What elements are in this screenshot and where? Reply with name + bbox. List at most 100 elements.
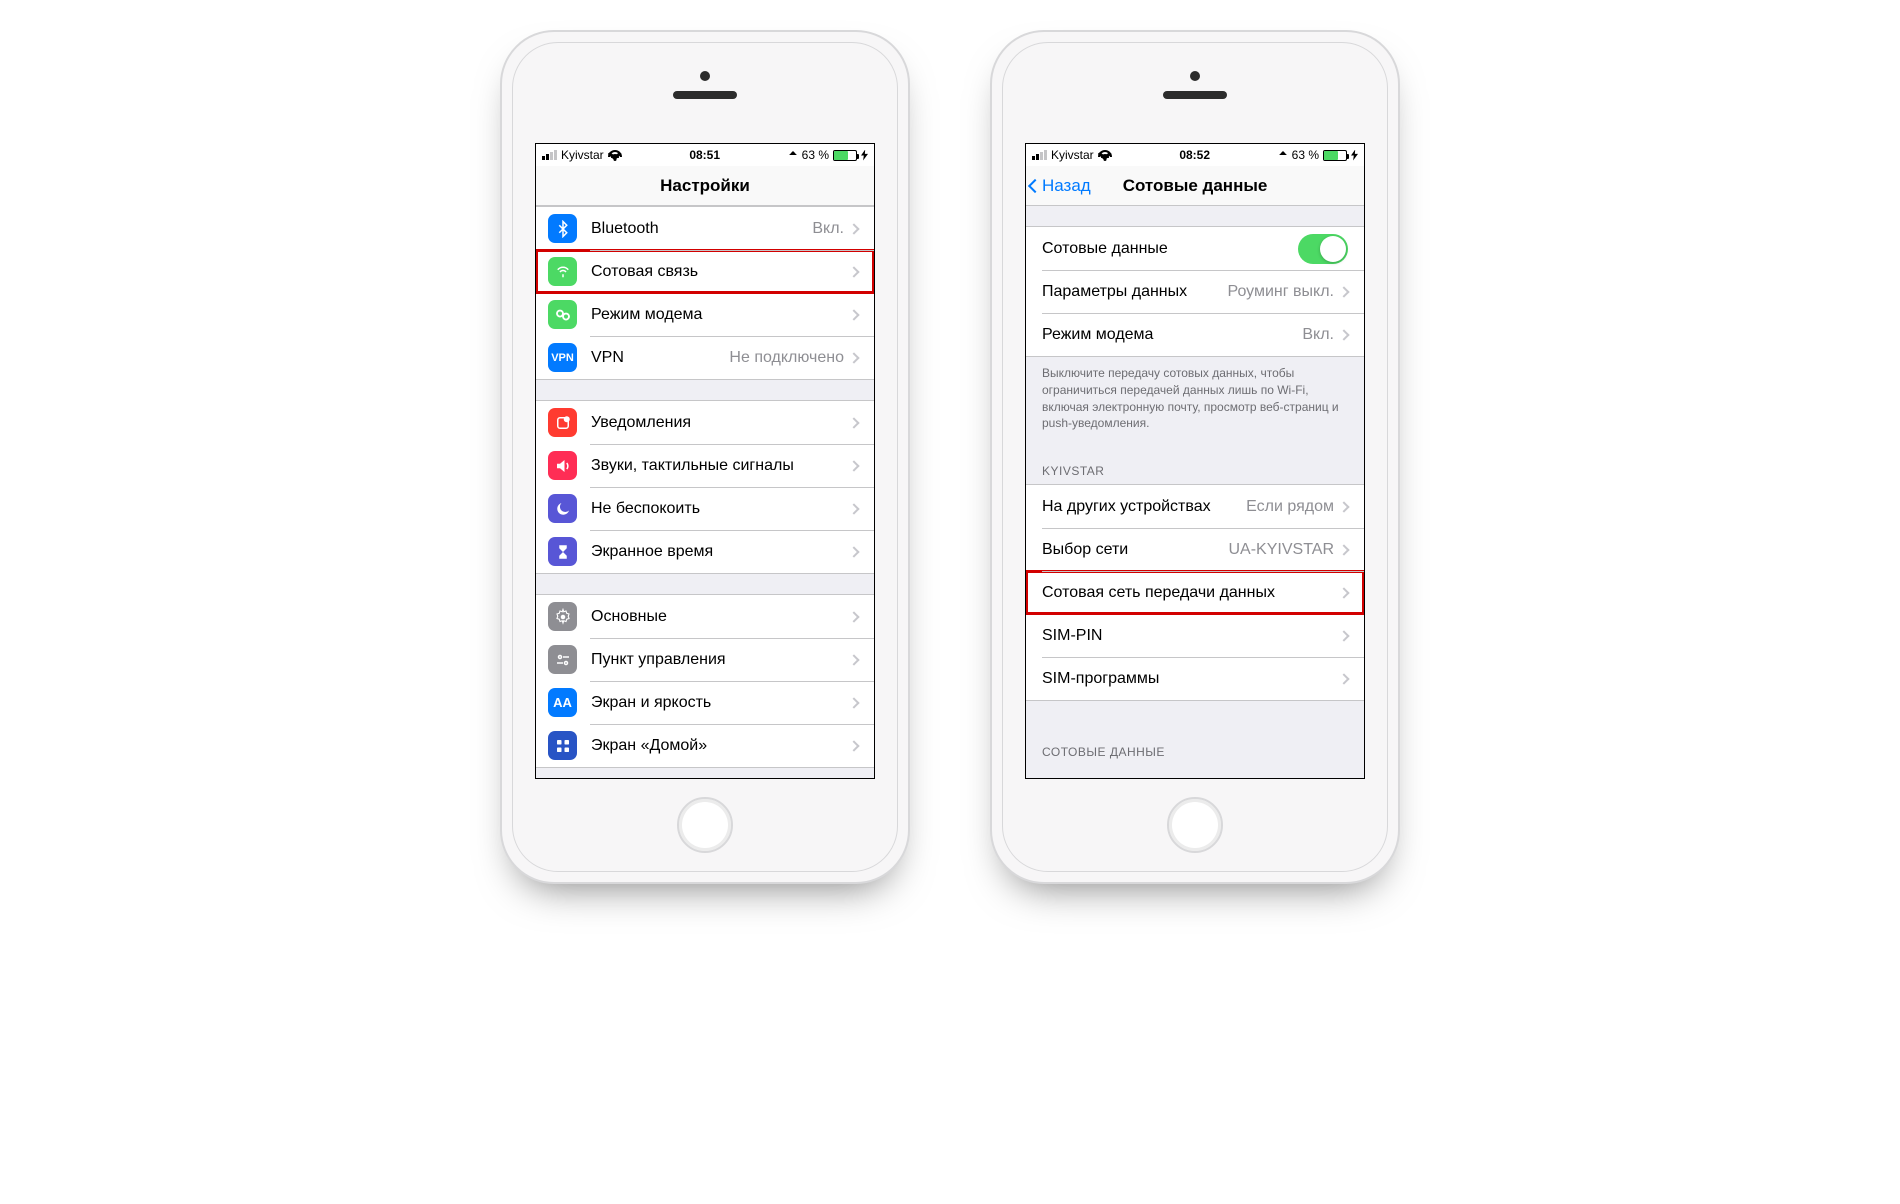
home-button[interactable] bbox=[677, 797, 733, 853]
row-label: Экранное время bbox=[591, 543, 850, 561]
group-footer: Выключите передачу сотовых данных, чтобы… bbox=[1026, 357, 1364, 440]
row-sim-pin[interactable]: SIM-PIN bbox=[1026, 614, 1364, 657]
battery-icon bbox=[1323, 150, 1347, 161]
row-label: SIM-программы bbox=[1042, 670, 1340, 688]
chevron-right-icon bbox=[1338, 630, 1349, 641]
control-center-icon bbox=[548, 645, 577, 674]
row-label: Сотовая сеть передачи данных bbox=[1042, 584, 1340, 602]
chevron-right-icon bbox=[848, 223, 859, 234]
chevron-right-icon bbox=[848, 611, 859, 622]
signal-icon bbox=[1032, 150, 1047, 160]
row-hotspot[interactable]: Режим модема Вкл. bbox=[1026, 313, 1364, 356]
status-left: Kyivstar bbox=[542, 148, 622, 162]
row-vpn[interactable]: VPN VPN Не подключено bbox=[536, 336, 874, 379]
row-detail: Вкл. bbox=[1302, 326, 1334, 344]
row-label: Сотовые данные bbox=[1042, 240, 1298, 258]
bluetooth-icon bbox=[548, 214, 577, 243]
phone-inner: Kyivstar 08:51 63 % Настройки bbox=[512, 42, 898, 872]
row-detail: UA-KYIVSTAR bbox=[1229, 541, 1335, 559]
phone-frame-right: Kyivstar 08:52 63 % Назад Сотовые данные bbox=[990, 30, 1400, 884]
row-data-options[interactable]: Параметры данных Роуминг выкл. bbox=[1026, 270, 1364, 313]
row-label: Экран «Домой» bbox=[591, 737, 850, 755]
chevron-right-icon bbox=[1338, 501, 1349, 512]
camera-dot bbox=[700, 71, 710, 81]
row-general[interactable]: Основные bbox=[536, 595, 874, 638]
chevron-right-icon bbox=[848, 503, 859, 514]
row-label: Режим модема bbox=[1042, 326, 1302, 344]
chevron-right-icon bbox=[1338, 673, 1349, 684]
wifi-icon bbox=[608, 150, 622, 161]
row-label: Экран и яркость bbox=[591, 694, 850, 712]
chevron-right-icon bbox=[848, 266, 859, 277]
carrier-label: Kyivstar bbox=[561, 148, 604, 162]
row-sounds[interactable]: Звуки, тактильные сигналы bbox=[536, 444, 874, 487]
clock: 08:52 bbox=[1179, 148, 1210, 162]
cellular-icon bbox=[548, 257, 577, 286]
chevron-right-icon bbox=[848, 546, 859, 557]
row-label: Режим модема bbox=[591, 306, 850, 324]
chevron-left-icon bbox=[1028, 178, 1042, 192]
row-bluetooth[interactable]: Bluetooth Вкл. bbox=[536, 207, 874, 250]
hotspot-icon bbox=[548, 300, 577, 329]
settings-list[interactable]: Bluetooth Вкл. Сотовая связь bbox=[536, 206, 874, 778]
row-sim-apps[interactable]: SIM-программы bbox=[1026, 657, 1364, 700]
row-label: На других устройствах bbox=[1042, 498, 1246, 516]
cellular-list[interactable]: Сотовые данные Параметры данных Роуминг … bbox=[1026, 206, 1364, 778]
camera-dot bbox=[1190, 71, 1200, 81]
row-cellular[interactable]: Сотовая связь bbox=[536, 250, 874, 293]
battery-pct: 63 % bbox=[802, 148, 829, 162]
phone-frame-left: Kyivstar 08:51 63 % Настройки bbox=[500, 30, 910, 884]
nav-title: Сотовые данные bbox=[1123, 176, 1268, 196]
gear-icon bbox=[548, 602, 577, 631]
row-label: Параметры данных bbox=[1042, 283, 1227, 301]
hourglass-icon bbox=[548, 537, 577, 566]
group-alerts: Уведомления Звуки, тактильные сигналы bbox=[536, 400, 874, 574]
status-right: 63 % bbox=[788, 148, 868, 162]
row-dnd[interactable]: Не беспокоить bbox=[536, 487, 874, 530]
chevron-right-icon bbox=[848, 417, 859, 428]
row-network-select[interactable]: Выбор сети UA-KYIVSTAR bbox=[1026, 528, 1364, 571]
wifi-icon bbox=[1098, 150, 1112, 161]
charging-icon bbox=[861, 150, 868, 161]
row-label: Сотовая связь bbox=[591, 263, 850, 281]
status-bar: Kyivstar 08:51 63 % bbox=[536, 144, 874, 166]
status-bar: Kyivstar 08:52 63 % bbox=[1026, 144, 1364, 166]
group-system: Основные Пункт управления AA Экран и ярк… bbox=[536, 594, 874, 768]
row-home-screen[interactable]: Экран «Домой» bbox=[536, 724, 874, 767]
row-data-toggle[interactable]: Сотовые данные bbox=[1026, 227, 1364, 270]
clock: 08:51 bbox=[689, 148, 720, 162]
notifications-icon bbox=[548, 408, 577, 437]
row-label: Уведомления bbox=[591, 414, 850, 432]
vpn-icon: VPN bbox=[548, 343, 577, 372]
row-screentime[interactable]: Экранное время bbox=[536, 530, 874, 573]
row-hotspot[interactable]: Режим модема bbox=[536, 293, 874, 336]
carrier-label: Kyivstar bbox=[1051, 148, 1094, 162]
status-left: Kyivstar bbox=[1032, 148, 1112, 162]
location-icon bbox=[789, 151, 797, 159]
row-data-network[interactable]: Сотовая сеть передачи данных bbox=[1026, 571, 1364, 614]
row-notifications[interactable]: Уведомления bbox=[536, 401, 874, 444]
chevron-right-icon bbox=[848, 697, 859, 708]
cellular-data-toggle[interactable] bbox=[1298, 234, 1348, 264]
speaker-slot bbox=[673, 91, 737, 99]
battery-icon bbox=[833, 150, 857, 161]
row-control-center[interactable]: Пункт управления bbox=[536, 638, 874, 681]
chevron-right-icon bbox=[1338, 329, 1349, 340]
row-label: Основные bbox=[591, 608, 850, 626]
group-connectivity: Bluetooth Вкл. Сотовая связь bbox=[536, 206, 874, 380]
charging-icon bbox=[1351, 150, 1358, 161]
chevron-right-icon bbox=[1338, 286, 1349, 297]
row-detail: Не подключено bbox=[729, 349, 844, 367]
row-detail: Если рядом bbox=[1246, 498, 1334, 516]
home-button[interactable] bbox=[1167, 797, 1223, 853]
chevron-right-icon bbox=[1338, 587, 1349, 598]
row-other-devices[interactable]: На других устройствах Если рядом bbox=[1026, 485, 1364, 528]
row-display[interactable]: AA Экран и яркость bbox=[536, 681, 874, 724]
group-header-carrier: KYIVSTAR bbox=[1026, 450, 1364, 484]
status-right: 63 % bbox=[1278, 148, 1358, 162]
nav-back-button[interactable]: Назад bbox=[1030, 176, 1091, 196]
brightness-icon: AA bbox=[548, 688, 577, 717]
screen-left: Kyivstar 08:51 63 % Настройки bbox=[535, 143, 875, 779]
chevron-right-icon bbox=[848, 309, 859, 320]
dnd-icon bbox=[548, 494, 577, 523]
